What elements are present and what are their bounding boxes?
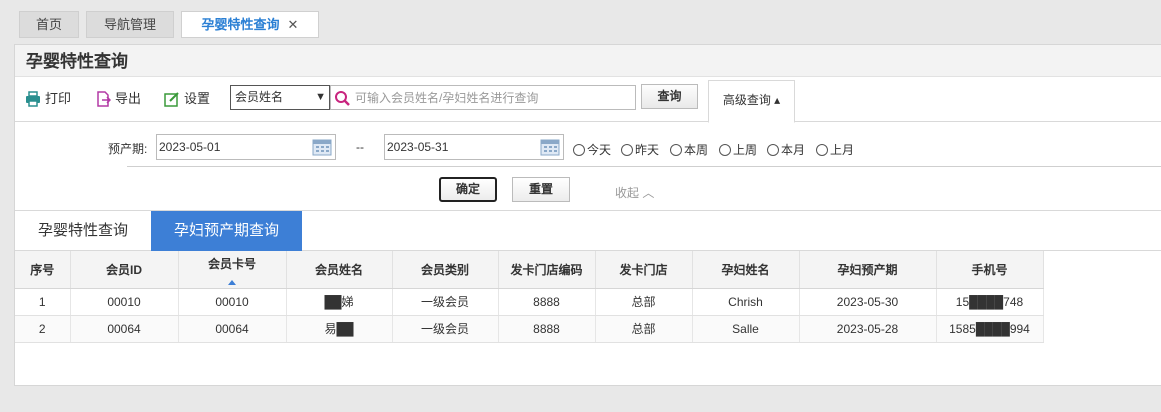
search-input[interactable]: [355, 89, 631, 107]
cell-store-code: 8888: [498, 288, 596, 316]
radio-this-month-label: 本月: [781, 143, 806, 157]
tab-home-label: 首页: [35, 17, 62, 32]
cell-card-no: 00064: [178, 315, 287, 343]
export-icon: [97, 91, 112, 107]
col-header-store[interactable]: 发卡门店: [595, 251, 693, 289]
cell-card-no: 00010: [178, 288, 287, 316]
radio-this-month[interactable]: 本月: [767, 141, 805, 158]
due-date-label: 预产期:: [108, 142, 148, 156]
radio-circle-icon: [719, 144, 731, 156]
tab-nav-management[interactable]: 导航管理: [86, 11, 174, 38]
radio-this-week[interactable]: 本周: [670, 141, 708, 158]
settings-button[interactable]: 设置: [164, 89, 210, 109]
cell-mother-name: Chrish: [692, 288, 800, 316]
date-from-field[interactable]: 2023-05-01: [156, 134, 336, 160]
collapse-link[interactable]: 收起 ︿: [615, 184, 654, 201]
confirm-button[interactable]: 确定: [439, 177, 497, 202]
cell-member-id: 00010: [70, 288, 179, 316]
col-header-card-no-label: 会员卡号: [207, 256, 256, 271]
calendar-icon[interactable]: [540, 138, 560, 156]
table-row[interactable]: 1 00010 00010 ██娣 一级会员 8888 总部 Chrish 20…: [15, 288, 1044, 316]
cell-member-name: 易██: [286, 315, 393, 343]
tab-maternal-query-label: 孕婴特性查询: [201, 17, 280, 32]
edit-icon: [164, 92, 179, 107]
search-field-select[interactable]: 会员姓名 ▼: [230, 85, 330, 110]
radio-circle-icon: [670, 144, 682, 156]
tab-maternal-feature-query[interactable]: 孕婴特性查询: [15, 211, 151, 251]
tab-due-date-query[interactable]: 孕妇预产期查询: [151, 211, 302, 251]
printer-icon: [26, 91, 40, 107]
cell-member-type: 一级会员: [392, 288, 499, 316]
date-to-field[interactable]: 2023-05-31: [384, 134, 564, 160]
table-row[interactable]: 2 00064 00064 易██ 一级会员 8888 总部 Salle 202…: [15, 315, 1044, 343]
cell-index: 2: [15, 315, 71, 343]
col-header-phone[interactable]: 手机号: [936, 251, 1044, 289]
cell-member-name: ██娣: [286, 288, 393, 316]
close-icon[interactable]: ✕: [288, 17, 299, 32]
radio-today[interactable]: 今天: [573, 141, 611, 158]
cell-store-code: 8888: [498, 315, 596, 343]
cell-mother-name: Salle: [692, 315, 800, 343]
radio-this-week-label: 本周: [684, 143, 709, 157]
radio-last-month[interactable]: 上月: [816, 141, 854, 158]
radio-last-month-label: 上月: [830, 143, 855, 157]
search-icon: [335, 91, 350, 106]
table-header-row: 序号 会员ID 会员卡号 会员姓名 会员类别 发卡门店编码 发卡门店 孕妇姓名 …: [15, 251, 1044, 289]
date-to-value: 2023-05-31: [387, 140, 449, 154]
data-table: 序号 会员ID 会员卡号 会员姓名 会员类别 发卡门店编码 发卡门店 孕妇姓名 …: [15, 251, 1044, 343]
advanced-query-toggle[interactable]: 高级查询 ▴: [708, 80, 795, 123]
col-header-due-date[interactable]: 孕妇预产期: [799, 251, 937, 289]
cell-member-type: 一级会员: [392, 315, 499, 343]
col-header-card-no[interactable]: 会员卡号: [178, 251, 287, 289]
tab-maternal-query[interactable]: 孕婴特性查询 ✕: [181, 11, 319, 38]
top-tab-bar: 首页 导航管理 孕婴特性查询 ✕: [0, 0, 1161, 44]
search-box: [330, 85, 636, 110]
col-header-index[interactable]: 序号: [15, 251, 71, 289]
export-button[interactable]: 导出: [95, 89, 141, 109]
radio-last-week-label: 上周: [733, 143, 758, 157]
cell-index: 1: [15, 288, 71, 316]
query-button[interactable]: 查询: [641, 84, 698, 109]
main-panel: 孕婴特性查询 打印 导出 设置 会员姓名 ▼ 可输入会员姓名/孕妇姓名进行查询 …: [14, 44, 1161, 386]
radio-yesterday[interactable]: 昨天: [621, 141, 659, 158]
cell-due-date: 2023-05-30: [799, 288, 937, 316]
print-button[interactable]: 打印: [25, 89, 71, 109]
cell-phone: 15████748: [936, 288, 1044, 316]
toolbar: 打印 导出 设置 会员姓名 ▼ 查询 高级查询 ▴: [15, 78, 1161, 123]
radio-circle-icon: [816, 144, 828, 156]
reset-button[interactable]: 重置: [512, 177, 570, 202]
filter-divider: [127, 166, 1161, 167]
search-field-select-value: 会员姓名: [235, 90, 284, 104]
date-from-value: 2023-05-01: [159, 140, 221, 154]
date-range-separator: --: [356, 140, 364, 154]
print-label: 打印: [45, 91, 72, 106]
tab-home[interactable]: 首页: [19, 11, 79, 38]
col-header-store-code[interactable]: 发卡门店编码: [498, 251, 596, 289]
export-label: 导出: [115, 91, 142, 106]
advanced-filter: 预产期: 2023-05-01 -- 2023-05-31 今天 昨天 本周 上…: [15, 123, 1161, 210]
page-title: 孕婴特性查询: [15, 45, 1161, 77]
radio-circle-icon: [621, 144, 633, 156]
col-header-member-name[interactable]: 会员姓名: [286, 251, 393, 289]
chevron-down-icon: ▼: [315, 91, 326, 103]
col-header-member-type[interactable]: 会员类别: [392, 251, 499, 289]
settings-label: 设置: [184, 91, 211, 106]
sort-ascending-icon: [228, 279, 236, 285]
radio-last-week[interactable]: 上周: [719, 141, 757, 158]
col-header-member-id[interactable]: 会员ID: [70, 251, 179, 289]
col-header-mother-name[interactable]: 孕妇姓名: [692, 251, 800, 289]
cell-store: 总部: [595, 288, 693, 316]
cell-member-id: 00064: [70, 315, 179, 343]
radio-circle-icon: [767, 144, 779, 156]
calendar-icon[interactable]: [312, 138, 332, 156]
cell-store: 总部: [595, 315, 693, 343]
radio-circle-icon: [573, 144, 585, 156]
radio-today-label: 今天: [587, 143, 612, 157]
cell-due-date: 2023-05-28: [799, 315, 937, 343]
sub-tab-bar: 孕婴特性查询 孕妇预产期查询: [15, 210, 1161, 251]
tab-nav-management-label: 导航管理: [103, 17, 156, 32]
cell-phone: 1585████994: [936, 315, 1044, 343]
radio-yesterday-label: 昨天: [635, 143, 660, 157]
